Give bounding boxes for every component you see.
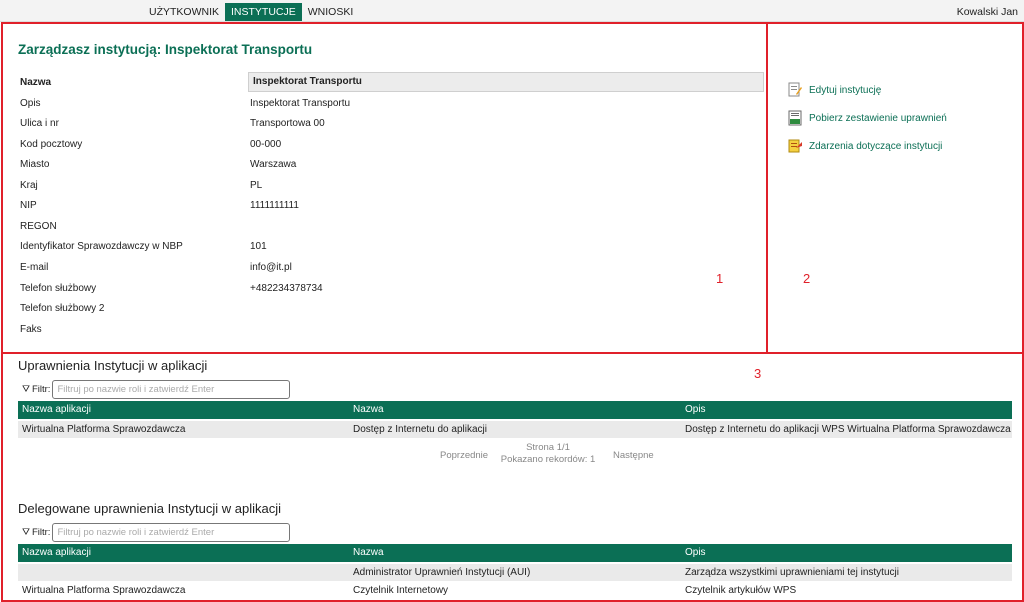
detail-label-email: E-mail <box>20 262 49 273</box>
detail-label-regon: REGON <box>20 221 57 232</box>
detail-label-telefon: Telefon służbowy <box>20 283 97 294</box>
table-row[interactable]: Administrator Uprawnień Instytucji (AUI)… <box>18 564 1012 581</box>
detail-label-identyfikator-nbp: Identyfikator Sprawozdawczy w NBP <box>20 241 183 252</box>
column-header-app[interactable]: Nazwa aplikacji <box>22 404 91 415</box>
cell-name: Dostęp z Internetu do aplikacji <box>353 424 487 435</box>
cell-description: Czytelnik artykułów WPS <box>685 585 797 596</box>
detail-label-telefon-2: Telefon służbowy 2 <box>20 303 105 314</box>
annotation-number-3: 3 <box>754 366 762 381</box>
pager-next-button[interactable]: Następne <box>613 450 654 461</box>
column-header-name[interactable]: Nazwa <box>353 547 384 558</box>
detail-value-nip: 1111111111 <box>250 200 299 211</box>
main-nav: UŻYTKOWNIK INSTYTUCJE WNIOSKI <box>143 3 359 21</box>
table-row[interactable]: Wirtualna Platforma Sprawozdawcza Dostęp… <box>18 421 1012 438</box>
annotation-number-2: 2 <box>803 271 811 286</box>
detail-value-telefon: +482234378734 <box>250 283 323 294</box>
cell-app: Wirtualna Platforma Sprawozdawcza <box>22 424 186 435</box>
column-header-description[interactable]: Opis <box>685 404 706 415</box>
section-title-permissions: Uprawnienia Instytucji w aplikacji <box>18 358 208 373</box>
pager-records: Pokazano rekordów: 1 <box>500 454 596 465</box>
filter-icon: ⛛ <box>22 527 30 538</box>
cell-description: Zarządza wszystkimi uprawnieniami tej in… <box>685 567 899 578</box>
nav-tab-instytucje[interactable]: INSTYTUCJE <box>225 3 302 21</box>
detail-value-kod-pocztowy: 00-000 <box>250 139 282 150</box>
detail-value-nazwa: Inspektorat Transportu <box>248 72 764 92</box>
permissions-filter-input[interactable] <box>52 380 291 399</box>
detail-label-kod-pocztowy: Kod pocztowy <box>20 139 83 150</box>
cell-app: Wirtualna Platforma Sprawozdawcza <box>22 585 186 596</box>
permissions-filter: ⛛ Filtr: <box>22 380 291 399</box>
detail-label-miasto: Miasto <box>20 159 50 170</box>
column-header-app[interactable]: Nazwa aplikacji <box>22 547 91 558</box>
annotation-number-1: 1 <box>716 271 724 286</box>
pager-info: Strona 1/1 Pokazano rekordów: 1 <box>498 442 598 466</box>
edit-document-icon <box>788 82 802 97</box>
institution-events-label[interactable]: Zdarzenia dotyczące instytucji <box>809 141 942 152</box>
cell-name: Czytelnik Internetowy <box>353 585 449 596</box>
edit-institution-label[interactable]: Edytuj instytucję <box>809 85 881 96</box>
detail-label-kraj: Kraj <box>20 180 38 191</box>
institution-events-link[interactable]: Zdarzenia dotyczące instytucji <box>787 138 942 154</box>
cell-name: Administrator Uprawnień Instytucji (AUI) <box>353 567 531 578</box>
annotation-box-2 <box>766 22 1024 354</box>
delegated-table-header: Nazwa aplikacji Nazwa Opis <box>18 544 1012 562</box>
pagination: Poprzednie Strona 1/1 Pokazano rekordów:… <box>0 442 1024 472</box>
nav-tab-uzytkownik[interactable]: UŻYTKOWNIK <box>143 3 225 21</box>
edit-institution-link[interactable]: Edytuj instytucję <box>787 82 881 98</box>
download-permissions-label[interactable]: Pobierz zestawienie uprawnień <box>809 113 947 124</box>
table-row[interactable]: Wirtualna Platforma Sprawozdawcza Czytel… <box>18 582 1012 599</box>
detail-label-nip: NIP <box>20 200 37 211</box>
delegated-filter-label: Filtr: <box>31 527 51 538</box>
events-icon <box>788 139 802 153</box>
detail-value-miasto: Warszawa <box>250 159 297 170</box>
section-title-delegated-permissions: Delegowane uprawnienia Instytucji w apli… <box>18 501 282 516</box>
column-header-name[interactable]: Nazwa <box>353 404 384 415</box>
detail-value-kraj: PL <box>250 180 263 191</box>
pager-prev-button[interactable]: Poprzednie <box>440 450 488 461</box>
user-name[interactable]: Kowalski Jan <box>957 6 1018 18</box>
permissions-filter-label: Filtr: <box>31 384 51 395</box>
pager-page: Strona 1/1 <box>526 442 570 453</box>
filter-icon: ⛛ <box>22 384 30 395</box>
cell-description: Dostęp z Internetu do aplikacji WPS Wirt… <box>685 424 1011 435</box>
detail-value-identyfikator-nbp: 101 <box>250 241 267 252</box>
detail-value-opis: Inspektorat Transportu <box>250 98 351 109</box>
detail-label-ulica: Ulica i nr <box>20 118 59 129</box>
top-bar: UŻYTKOWNIK INSTYTUCJE WNIOSKI Kowalski J… <box>0 0 1024 22</box>
download-permissions-link[interactable]: Pobierz zestawienie uprawnień <box>787 110 947 126</box>
csv-download-icon <box>788 110 802 126</box>
nav-tab-wnioski[interactable]: WNIOSKI <box>302 3 360 21</box>
delegated-filter: ⛛ Filtr: <box>22 523 291 542</box>
detail-label-nazwa: Nazwa <box>20 77 52 88</box>
page-title: Zarządzasz instytucją: Inspektorat Trans… <box>18 42 313 57</box>
column-header-description[interactable]: Opis <box>685 547 706 558</box>
delegated-filter-input[interactable] <box>52 523 291 542</box>
detail-label-opis: Opis <box>20 98 41 109</box>
detail-value-email: info@it.pl <box>250 262 292 273</box>
detail-value-ulica: Transportowa 00 <box>250 118 325 129</box>
detail-label-faks: Faks <box>20 324 42 335</box>
permissions-table-header: Nazwa aplikacji Nazwa Opis <box>18 401 1012 419</box>
